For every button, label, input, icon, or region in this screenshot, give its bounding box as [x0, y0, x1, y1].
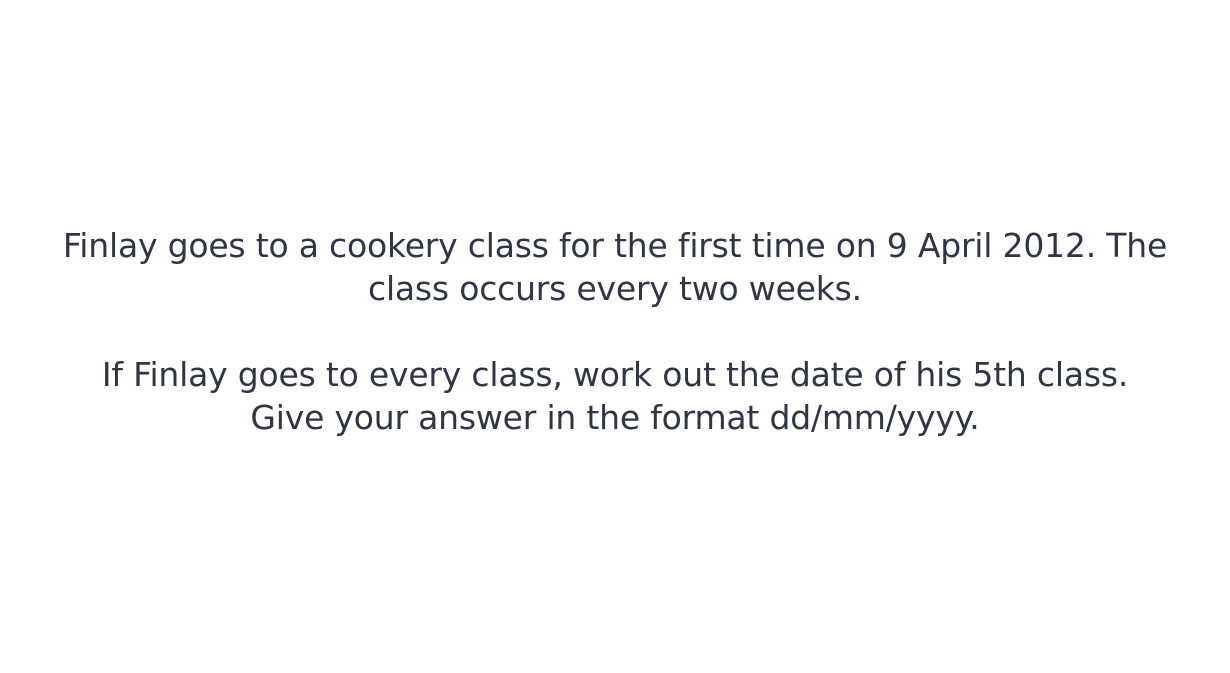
question-line: If Finlay goes to every class, work out …: [101, 355, 1129, 394]
question-text: Finlay goes to a cookery class for the f…: [0, 224, 1230, 439]
question-line: class occurs every two weeks.: [368, 269, 862, 308]
question-line: Give your answer in the format dd/mm/yyy…: [250, 398, 980, 437]
question-line: Finlay goes to a cookery class for the f…: [62, 226, 1168, 265]
